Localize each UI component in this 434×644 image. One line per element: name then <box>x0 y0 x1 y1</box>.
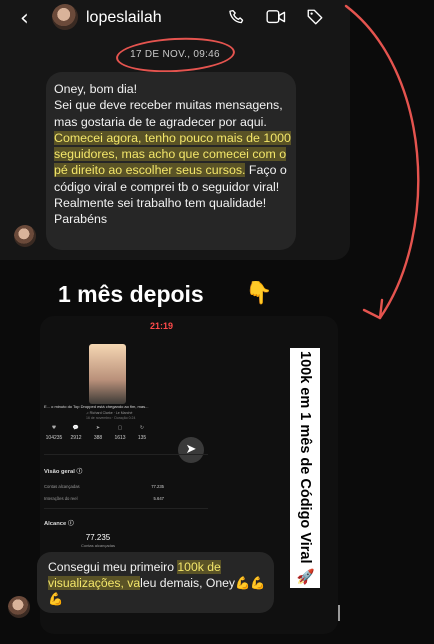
back-button[interactable]: ‹ <box>20 6 29 31</box>
reel-date: 16 de novembro · Duração 0:24 <box>86 416 136 420</box>
reel-thumbnail[interactable] <box>89 344 126 404</box>
message-text: Oney, bom dia! Sei que deve receber muit… <box>54 81 294 228</box>
reel-title: E... o minuto do Top Dropped está chegan… <box>44 404 149 409</box>
overview-row-label: Interações do reel <box>44 496 78 501</box>
sender-avatar[interactable] <box>8 596 30 618</box>
avatar[interactable] <box>52 4 78 30</box>
saves-count: 1613 <box>114 435 126 441</box>
divider <box>44 508 208 509</box>
reel-audio: ♫ Richard Clarke · Le Marché <box>86 411 133 415</box>
phone-icon[interactable] <box>228 8 246 26</box>
reply-part: Consegui meu primeiro <box>48 560 178 574</box>
shares-count: 388 <box>93 435 103 441</box>
reach-title: Alcance ⓘ <box>44 521 74 527</box>
shares-icon: ➤ <box>95 425 101 431</box>
likes-icon: ♥ <box>51 425 57 431</box>
reposts-count: 135 <box>137 435 147 441</box>
share-button[interactable]: ➤ <box>178 437 204 463</box>
vertical-label: 100k em 1 mês de Código Viral 🚀 <box>297 350 313 586</box>
reach-label: Contas alcançadas <box>80 543 116 548</box>
chat-header: ‹ lopeslailah <box>0 0 350 34</box>
reply-text: Consegui meu primeiro 100k de visualizaç… <box>48 559 272 608</box>
video-icon[interactable] <box>266 8 286 26</box>
username[interactable]: lopeslailah <box>86 9 162 27</box>
overview-title: Visão geral ⓘ <box>44 469 83 475</box>
overview-row-label: Contas alcançadas <box>44 484 80 489</box>
reply-part: leu demais, Oney <box>140 576 235 591</box>
headline: 1 mês depois <box>58 281 204 307</box>
status-time: 21:19 <box>150 321 174 331</box>
pointing-down-icon: 👇 <box>245 281 273 306</box>
comments-count: 2912 <box>70 435 82 441</box>
message-part: Oney, bom dia! Sei que deve receber muit… <box>54 82 283 129</box>
saves-icon: ▢ <box>117 425 123 431</box>
reach-value: 77.235 <box>85 533 111 542</box>
comments-icon: 💬 <box>72 425 80 431</box>
sender-avatar[interactable] <box>14 225 36 247</box>
divider <box>44 454 208 455</box>
overview-row-value: 5.647 <box>153 496 164 501</box>
tag-icon[interactable] <box>306 8 324 26</box>
overview-row-value: 77.235 <box>151 484 164 489</box>
likes-count: 104235 <box>45 435 63 441</box>
reposts-icon: ↻ <box>139 425 145 431</box>
scrollbar[interactable] <box>338 605 340 621</box>
